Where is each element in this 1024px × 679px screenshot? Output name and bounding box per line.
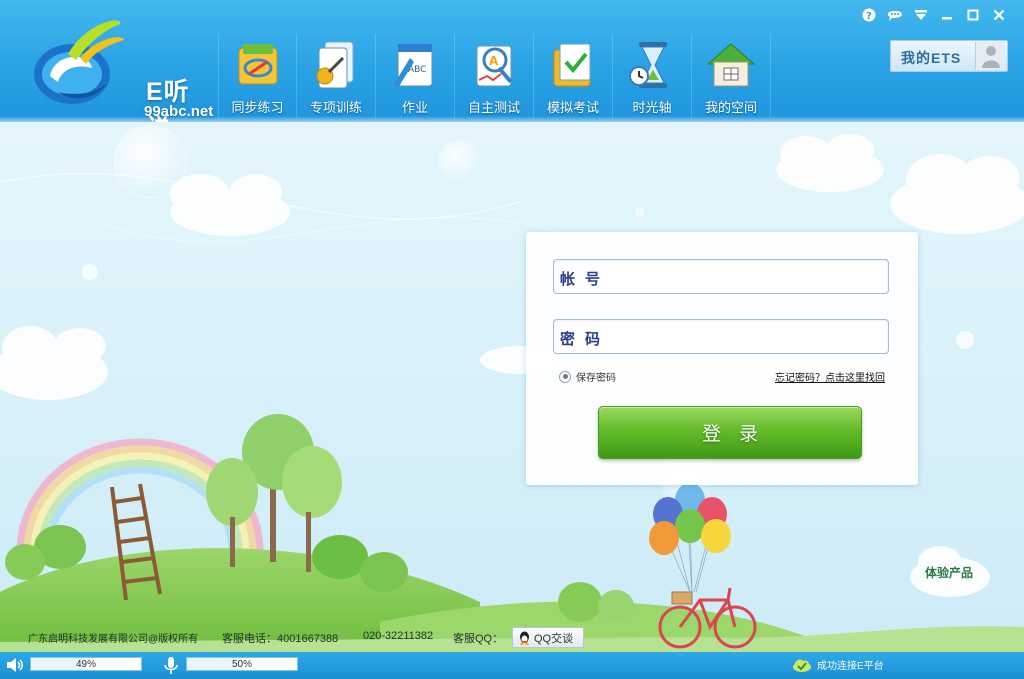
mic-level-text: 50% — [231, 659, 252, 670]
help-icon: ? — [862, 8, 876, 22]
mock-exam-icon — [553, 43, 591, 87]
chat-button[interactable] — [882, 5, 908, 25]
forgot-password-link[interactable]: 忘记密码？点击这里找回 — [775, 369, 885, 384]
maximize-icon — [967, 9, 979, 21]
save-password-radio[interactable] — [559, 370, 571, 383]
help-button[interactable]: ? — [856, 5, 882, 25]
nav-my-space[interactable]: 我的空间 — [692, 34, 771, 118]
support-qq-label: 客服QQ： — [453, 633, 504, 645]
mic-level-bar[interactable]: 50% — [186, 657, 298, 671]
support-phone: 客服电话：4001667388 — [222, 633, 339, 645]
nav-label: 模拟考试 — [546, 100, 599, 115]
special-training-icon — [316, 41, 354, 89]
nav-self-test[interactable]: A 自主测试 — [455, 34, 534, 118]
support-phone-2: 020-32211382 — [363, 630, 434, 642]
password-input[interactable] — [624, 322, 884, 351]
radio-dot — [562, 374, 568, 379]
chat-icon — [888, 11, 902, 21]
microphone-icon[interactable] — [162, 656, 180, 675]
maximize-button[interactable] — [960, 5, 986, 25]
password-field[interactable]: 密码 — [553, 319, 889, 354]
account-label: 帐号 — [560, 271, 611, 288]
user-avatar-icon — [982, 46, 1000, 68]
login-background-scene: 帐号 密码 保存密码 忘记密码？点击这里找回 登录 体验产品 — [0, 122, 1024, 652]
my-space-icon — [706, 43, 756, 87]
account-field[interactable]: 帐号 — [553, 259, 889, 294]
app-logo: E听说 99abc.net — [28, 14, 213, 122]
trial-product-button[interactable]: 体验产品 — [914, 552, 984, 592]
volume-level-text: 49% — [75, 659, 96, 670]
nav-label: 我的空间 — [704, 100, 757, 115]
minimize-icon — [942, 17, 952, 20]
logo-url: 99abc.net — [144, 103, 214, 120]
nav-label: 时光轴 — [632, 100, 672, 115]
nav-special-training[interactable]: 专项训练 — [297, 34, 376, 118]
trial-product-label: 体验产品 — [924, 566, 973, 580]
nav-label: 自主测试 — [467, 100, 520, 115]
homework-icon: ABC — [394, 43, 433, 88]
nav-label: 专项训练 — [309, 100, 362, 115]
self-test-icon: A — [476, 45, 513, 87]
nav-sync-practice[interactable]: 同步练习 — [218, 34, 297, 118]
speaker-icon[interactable] — [5, 656, 25, 674]
nav-label: 同步练习 — [231, 100, 284, 115]
avatar — [975, 42, 1005, 70]
close-button[interactable] — [986, 5, 1012, 25]
qq-chat-button[interactable]: QQ交谈 — [512, 627, 584, 648]
my-ets-button[interactable]: 我的ETS — [890, 40, 1008, 72]
save-password-option[interactable]: 保存密码 — [559, 369, 616, 384]
nav-mock-exam[interactable]: 模拟考试 — [534, 34, 613, 118]
my-ets-label: 我的ETS — [901, 50, 962, 66]
qq-penguin-icon — [520, 631, 529, 645]
nav-label: 作业 — [401, 100, 428, 115]
account-input[interactable] — [624, 262, 884, 291]
window-controls: ? — [856, 5, 1012, 25]
status-bar: 49% 50% 成功连接E平台 — [0, 652, 1024, 679]
top-toolbar: E听说 99abc.net 同步练习 专项训练 — [0, 0, 1024, 122]
nav-homework[interactable]: ABC 作业 — [376, 34, 455, 118]
dropdown-icon — [915, 10, 927, 20]
svg-text:A: A — [489, 54, 499, 68]
svg-text:?: ? — [866, 11, 872, 22]
minimize-button[interactable] — [934, 5, 960, 25]
save-password-label: 保存密码 — [576, 373, 616, 384]
login-panel: 帐号 密码 保存密码 忘记密码？点击这里找回 登录 — [526, 232, 918, 485]
password-label: 密码 — [560, 331, 611, 348]
sync-practice-icon — [238, 44, 277, 85]
login-button[interactable]: 登录 — [598, 406, 862, 459]
connection-status-text: 成功连接E平台 — [817, 661, 884, 672]
cloud-connected-icon — [793, 659, 811, 672]
nav-timeline[interactable]: 时光轴 — [613, 34, 692, 118]
login-button-label: 登录 — [701, 424, 776, 445]
connection-status: 成功连接E平台 — [792, 657, 884, 672]
timeline-icon — [629, 42, 667, 88]
copyright-text: 广东启明科技发展有限公司@版权所有 — [28, 634, 199, 645]
volume-level-bar[interactable]: 49% — [30, 657, 142, 671]
dropdown-button[interactable] — [908, 5, 934, 25]
main-nav: 同步练习 专项训练 ABC 作业 A 自主测试 模拟考试 时光轴 我的空间 — [218, 34, 771, 120]
qq-chat-label: QQ交谈 — [534, 632, 574, 645]
footer-info: 广东启明科技发展有限公司@版权所有 客服电话：4001667388 020-32… — [0, 622, 1024, 652]
close-icon — [993, 9, 1005, 21]
